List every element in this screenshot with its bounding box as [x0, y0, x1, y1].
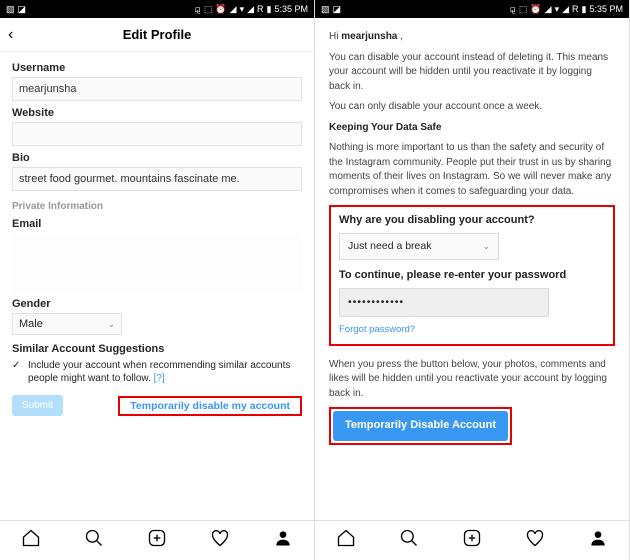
- battery-icon: ▮: [582, 4, 587, 15]
- website-input[interactable]: [12, 122, 302, 146]
- info-para-3: Nothing is more important to us than the…: [329, 141, 615, 199]
- disable-account-content: Hi mearjunsha , You can disable your acc…: [315, 18, 629, 520]
- image-icon: ▧: [321, 4, 330, 15]
- data-safe-heading: Keeping Your Data Safe: [329, 121, 615, 136]
- clock-text: 5:35 PM: [589, 4, 623, 14]
- bio-input[interactable]: [12, 167, 302, 191]
- vibrate-icon: ⬚: [519, 4, 528, 15]
- email-input-redacted[interactable]: [12, 234, 302, 292]
- add-post-icon[interactable]: [147, 528, 167, 553]
- greeting: Hi mearjunsha ,: [329, 30, 615, 45]
- wifi-icon: ▾: [240, 4, 245, 15]
- similar-suggestions-row: ✓ Include your account when recommending…: [12, 359, 302, 385]
- roaming-icon: R: [257, 4, 264, 14]
- profile-icon[interactable]: [273, 528, 293, 553]
- reason-select[interactable]: Just need a break ⌄: [339, 233, 499, 260]
- password-prompt: To continue, please re-enter your passwo…: [339, 268, 605, 284]
- private-info-heading: Private Information: [12, 201, 302, 212]
- reason-question: Why are you disabling your account?: [339, 213, 605, 229]
- screen-edit-profile: ▧ ◪ ⚼ ⬚ ⏰ ◢ ▾ ◢ R ▮ 5:35 PM ‹ Edit Profi…: [0, 0, 315, 560]
- alarm-icon: ⏰: [530, 4, 541, 15]
- search-icon[interactable]: [399, 528, 419, 553]
- submit-button[interactable]: Submit: [12, 395, 63, 416]
- home-icon[interactable]: [21, 528, 41, 553]
- website-label: Website: [12, 107, 302, 119]
- wifi-icon: ▾: [555, 4, 560, 15]
- highlight-box: Temporarily disable my account: [118, 396, 302, 416]
- add-post-icon[interactable]: [462, 528, 482, 553]
- signal-icon: ◢: [545, 4, 552, 15]
- greeting-username: mearjunsha: [341, 31, 397, 42]
- status-bar: ▧ ◪ ⚼ ⬚ ⏰ ◢ ▾ ◢ R ▮ 5:35 PM: [315, 0, 629, 18]
- temp-disable-link[interactable]: Temporarily disable my account: [122, 395, 298, 417]
- info-para-2: You can only disable your account once a…: [329, 100, 615, 115]
- reason-value: Just need a break: [348, 239, 431, 254]
- alarm-icon: ⏰: [215, 4, 226, 15]
- back-icon[interactable]: ‹: [8, 26, 13, 44]
- info-para-1: You can disable your account instead of …: [329, 51, 615, 95]
- highlight-box: Why are you disabling your account? Just…: [329, 205, 615, 346]
- page-title: Edit Profile: [123, 27, 192, 42]
- chevron-down-icon: ⌄: [107, 319, 115, 330]
- clock-text: 5:35 PM: [274, 4, 308, 14]
- chevron-down-icon: ⌄: [482, 240, 490, 253]
- signal-icon: ◢: [230, 4, 237, 15]
- username-input[interactable]: [12, 77, 302, 101]
- username-label: Username: [12, 62, 302, 74]
- bluetooth-icon: ⚼: [510, 4, 516, 15]
- similar-heading: Similar Account Suggestions: [12, 343, 302, 355]
- bottom-nav: [0, 520, 314, 560]
- checkbox-checked-icon[interactable]: ✓: [12, 359, 22, 385]
- battery-icon: ▮: [267, 4, 272, 15]
- forgot-password-link[interactable]: Forgot password?: [339, 323, 415, 337]
- vibrate-icon: ⬚: [204, 4, 213, 15]
- image-icon: ◪: [18, 4, 27, 15]
- profile-icon[interactable]: [588, 528, 608, 553]
- gender-select[interactable]: Male ⌄: [12, 313, 122, 335]
- info-para-4: When you press the button below, your ph…: [329, 358, 615, 402]
- roaming-icon: R: [572, 4, 579, 14]
- screen-disable-account: ▧ ◪ ⚼ ⬚ ⏰ ◢ ▾ ◢ R ▮ 5:35 PM Hi mearjunsh…: [315, 0, 630, 560]
- disable-account-button[interactable]: Temporarily Disable Account: [333, 411, 508, 441]
- activity-icon[interactable]: [525, 528, 545, 553]
- signal-icon: ◢: [247, 4, 254, 15]
- bluetooth-icon: ⚼: [195, 4, 201, 15]
- gender-value: Male: [19, 318, 43, 330]
- email-label: Email: [12, 218, 302, 230]
- edit-profile-form: Username Website Bio Private Information…: [0, 52, 314, 520]
- home-icon[interactable]: [336, 528, 356, 553]
- password-input[interactable]: ••••••••••••: [339, 288, 549, 317]
- image-icon: ▧: [6, 4, 15, 15]
- bottom-nav: [315, 520, 629, 560]
- bio-label: Bio: [12, 152, 302, 164]
- help-link[interactable]: [?]: [154, 373, 165, 384]
- similar-suggestions-text: Include your account when recommending s…: [28, 359, 302, 385]
- signal-icon: ◢: [562, 4, 569, 15]
- header: ‹ Edit Profile: [0, 18, 314, 52]
- highlight-box: Temporarily Disable Account: [329, 407, 512, 445]
- activity-icon[interactable]: [210, 528, 230, 553]
- image-icon: ◪: [333, 4, 342, 15]
- form-actions: Submit Temporarily disable my account: [12, 395, 302, 416]
- gender-label: Gender: [12, 298, 302, 310]
- status-bar: ▧ ◪ ⚼ ⬚ ⏰ ◢ ▾ ◢ R ▮ 5:35 PM: [0, 0, 314, 18]
- search-icon[interactable]: [84, 528, 104, 553]
